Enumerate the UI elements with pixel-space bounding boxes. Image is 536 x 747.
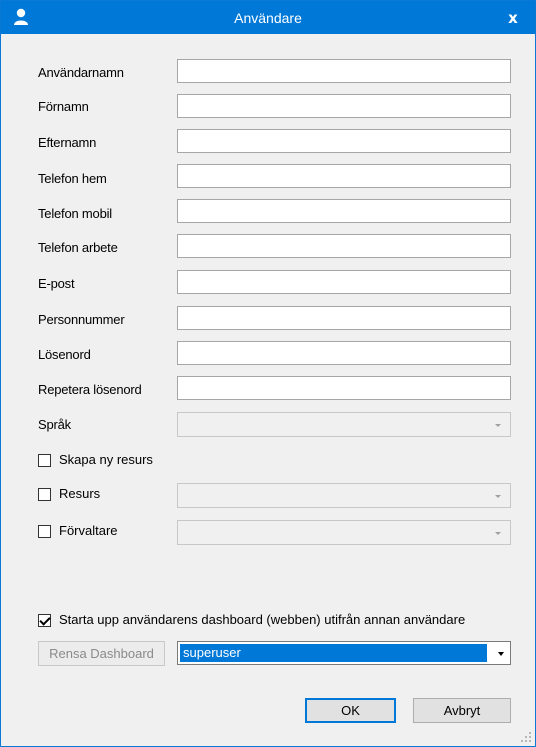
phone-home-label: Telefon hem [38, 171, 107, 186]
username-label: Användarnamn [38, 65, 124, 80]
resource-select[interactable] [177, 483, 511, 508]
resource-label: Resurs [59, 486, 101, 501]
lastname-field[interactable] [177, 129, 511, 153]
language-select[interactable] [177, 412, 511, 437]
close-button[interactable]: x [491, 1, 535, 34]
phone-work-field[interactable] [177, 234, 511, 258]
phone-mobile-label: Telefon mobil [38, 206, 112, 221]
repeat-password-label: Repetera lösenord [38, 382, 142, 397]
resize-grip-icon[interactable] [521, 732, 532, 743]
window-title: Användare [234, 10, 302, 26]
chevron-down-icon [495, 532, 501, 535]
email-field[interactable] [177, 270, 511, 294]
administrator-label: Förvaltare [59, 523, 118, 538]
repeat-password-field[interactable] [177, 376, 511, 400]
dashboard-label: Starta upp användarens dashboard (webben… [59, 612, 466, 627]
ok-button[interactable]: OK [305, 698, 396, 723]
clear-dashboard-button[interactable]: Rensa Dashboard [38, 641, 165, 666]
close-icon: x [508, 8, 518, 27]
personal-number-field[interactable] [177, 306, 511, 330]
language-label: Språk [38, 417, 71, 432]
phone-work-label: Telefon arbete [38, 240, 118, 255]
chevron-down-icon [498, 652, 504, 656]
create-resource-checkbox[interactable] [38, 454, 51, 467]
user-dialog: Användare x Användarnamn Förnamn Efterna… [0, 0, 536, 747]
phone-mobile-field[interactable] [177, 199, 511, 223]
administrator-checkbox[interactable] [38, 525, 51, 538]
phone-home-field[interactable] [177, 164, 511, 188]
dashboard-user-select[interactable]: superuser [177, 641, 511, 665]
lastname-label: Efternamn [38, 135, 97, 150]
password-label: Lösenord [38, 347, 91, 362]
password-field[interactable] [177, 341, 511, 365]
firstname-field[interactable] [177, 94, 511, 118]
personal-number-label: Personnummer [38, 312, 125, 327]
chevron-down-icon [495, 424, 501, 427]
create-resource-label: Skapa ny resurs [59, 452, 153, 467]
administrator-select[interactable] [177, 520, 511, 545]
title-bar[interactable]: Användare x [1, 1, 535, 34]
chevron-down-icon [495, 495, 501, 498]
firstname-label: Förnamn [38, 99, 89, 114]
cancel-button[interactable]: Avbryt [413, 698, 511, 723]
resource-checkbox[interactable] [38, 488, 51, 501]
dashboard-checkbox[interactable] [38, 614, 51, 627]
selected-user-value: superuser [180, 644, 487, 662]
username-field[interactable] [177, 59, 511, 83]
email-label: E-post [38, 276, 75, 291]
